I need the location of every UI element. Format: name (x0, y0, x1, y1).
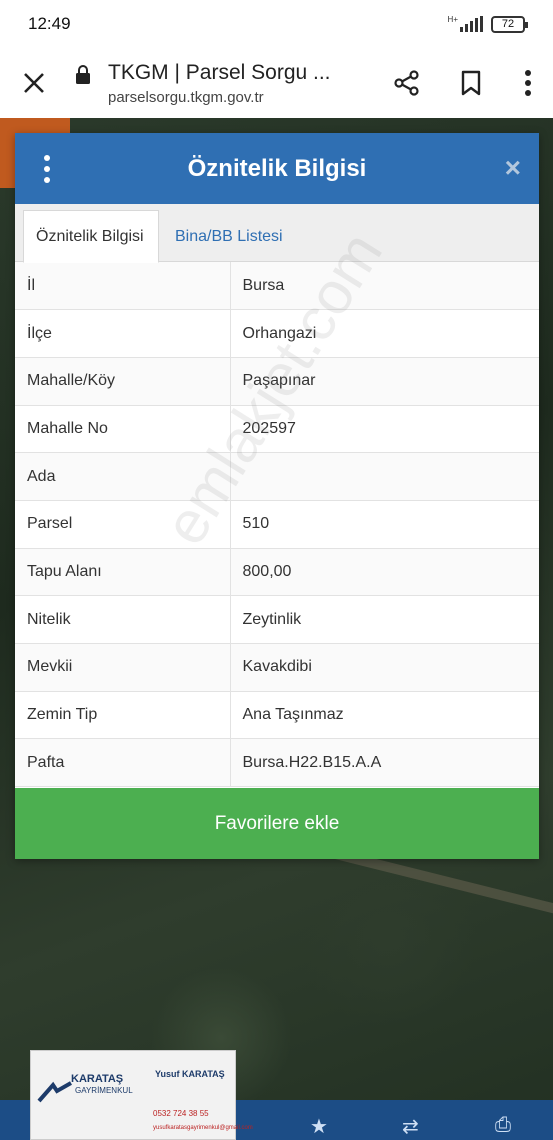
attribute-table: İl Bursa İlçe Orhangazi Mahalle/Köy Paşapın… (15, 262, 539, 788)
row-value: Zeytinlik (230, 595, 539, 644)
row-key: Ada (15, 452, 231, 501)
add-favorite-button[interactable]: Favorilere ekle (15, 788, 539, 859)
close-panel-icon[interactable]: × (505, 154, 521, 182)
lock-icon[interactable] (68, 65, 98, 85)
attribute-panel: Öznitelik Bilgisi × Öznitelik Bilgisi Bi… (15, 133, 539, 859)
panel-title: Öznitelik Bilgisi (187, 154, 367, 182)
table-row: Pafta Bursa.H22.B15.A.A (15, 738, 539, 788)
table-row: Nitelik Zeytinlik (15, 595, 539, 644)
network-type: H+ (447, 14, 458, 24)
row-key: İlçe (15, 309, 231, 358)
tab-attributes[interactable]: Öznitelik Bilgisi (23, 210, 159, 263)
row-value (230, 452, 539, 501)
row-key: Zemin Tip (15, 691, 231, 740)
row-key: İl (15, 262, 231, 311)
page-title: TKGM | Parsel Sorgu ... (108, 60, 331, 84)
status-bar: 12:49 H+ 72 (0, 0, 553, 48)
bookmark-icon[interactable] (439, 48, 503, 118)
table-row: Tapu Alanı 800,00 (15, 548, 539, 597)
row-value: Bursa (230, 262, 539, 311)
browser-toolbar: TKGM | Parsel Sorgu ... parselsorgu.tkgm… (0, 48, 553, 118)
row-key: Pafta (15, 738, 231, 788)
signal-icon (460, 16, 483, 32)
menu-icon[interactable] (41, 155, 53, 183)
row-value: Kavakdibi (230, 643, 539, 692)
table-row: İlçe Orhangazi (15, 309, 539, 358)
card-sub: GAYRİMENKUL (75, 1086, 133, 1095)
row-value: 510 (230, 500, 539, 549)
row-key: Tapu Alanı (15, 548, 231, 597)
row-value: Paşapınar (230, 357, 539, 406)
table-row: İl Bursa (15, 262, 539, 311)
close-icon[interactable] (0, 48, 68, 118)
table-row: Mevkii Kavakdibi (15, 643, 539, 692)
row-key: Mevkii (15, 643, 231, 692)
table-row: Zemin Tip Ana Taşınmaz (15, 691, 539, 740)
row-key: Parsel (15, 500, 231, 549)
status-time: 12:49 (28, 14, 71, 33)
row-value: 800,00 (230, 548, 539, 597)
print-icon[interactable]: ⎙ (495, 1114, 511, 1137)
panel-tabs: Öznitelik Bilgisi Bina/BB Listesi (15, 204, 539, 263)
card-name: Yusuf KARATAŞ (155, 1069, 225, 1079)
row-value: Ana Taşınmaz (230, 691, 539, 740)
table-row: Mahalle/Köy Paşapınar (15, 357, 539, 406)
row-value: Orhangazi (230, 309, 539, 358)
row-key: Nitelik (15, 595, 231, 644)
row-value: Bursa.H22.B15.A.A (230, 738, 539, 788)
share-icon[interactable] (375, 48, 439, 118)
card-phone: 0532 724 38 55 (153, 1109, 209, 1118)
battery-level: 72 (501, 18, 515, 30)
brand-logo-icon (37, 1081, 72, 1103)
status-indicators: H+ 72 (447, 14, 528, 33)
tab-building-list[interactable]: Bina/BB Listesi (163, 210, 295, 263)
table-row: Ada (15, 452, 539, 501)
more-vert-icon[interactable] (503, 48, 553, 118)
swap-icon[interactable]: ⇄ (402, 1114, 419, 1139)
star-icon[interactable]: ★ (310, 1114, 328, 1139)
row-key: Mahalle No (15, 405, 231, 454)
business-card-logo: KARATAŞ GAYRİMENKUL Yusuf KARATAŞ 0532 7… (30, 1050, 253, 1140)
card-email: yusufkaratasgayrimenkul@gmail.com (153, 1125, 253, 1131)
card-brand: KARATAŞ (71, 1073, 124, 1085)
page-url: parselsorgu.tkgm.gov.tr (108, 88, 264, 106)
table-row: Parsel 510 (15, 500, 539, 549)
row-key: Mahalle/Köy (15, 357, 231, 406)
battery-icon: 72 (491, 15, 528, 33)
panel-header: Öznitelik Bilgisi × (15, 133, 539, 204)
row-value: 202597 (230, 405, 539, 454)
address-bar[interactable]: TKGM | Parsel Sorgu ... parselsorgu.tkgm… (98, 61, 375, 106)
table-row: Mahalle No 202597 (15, 405, 539, 454)
